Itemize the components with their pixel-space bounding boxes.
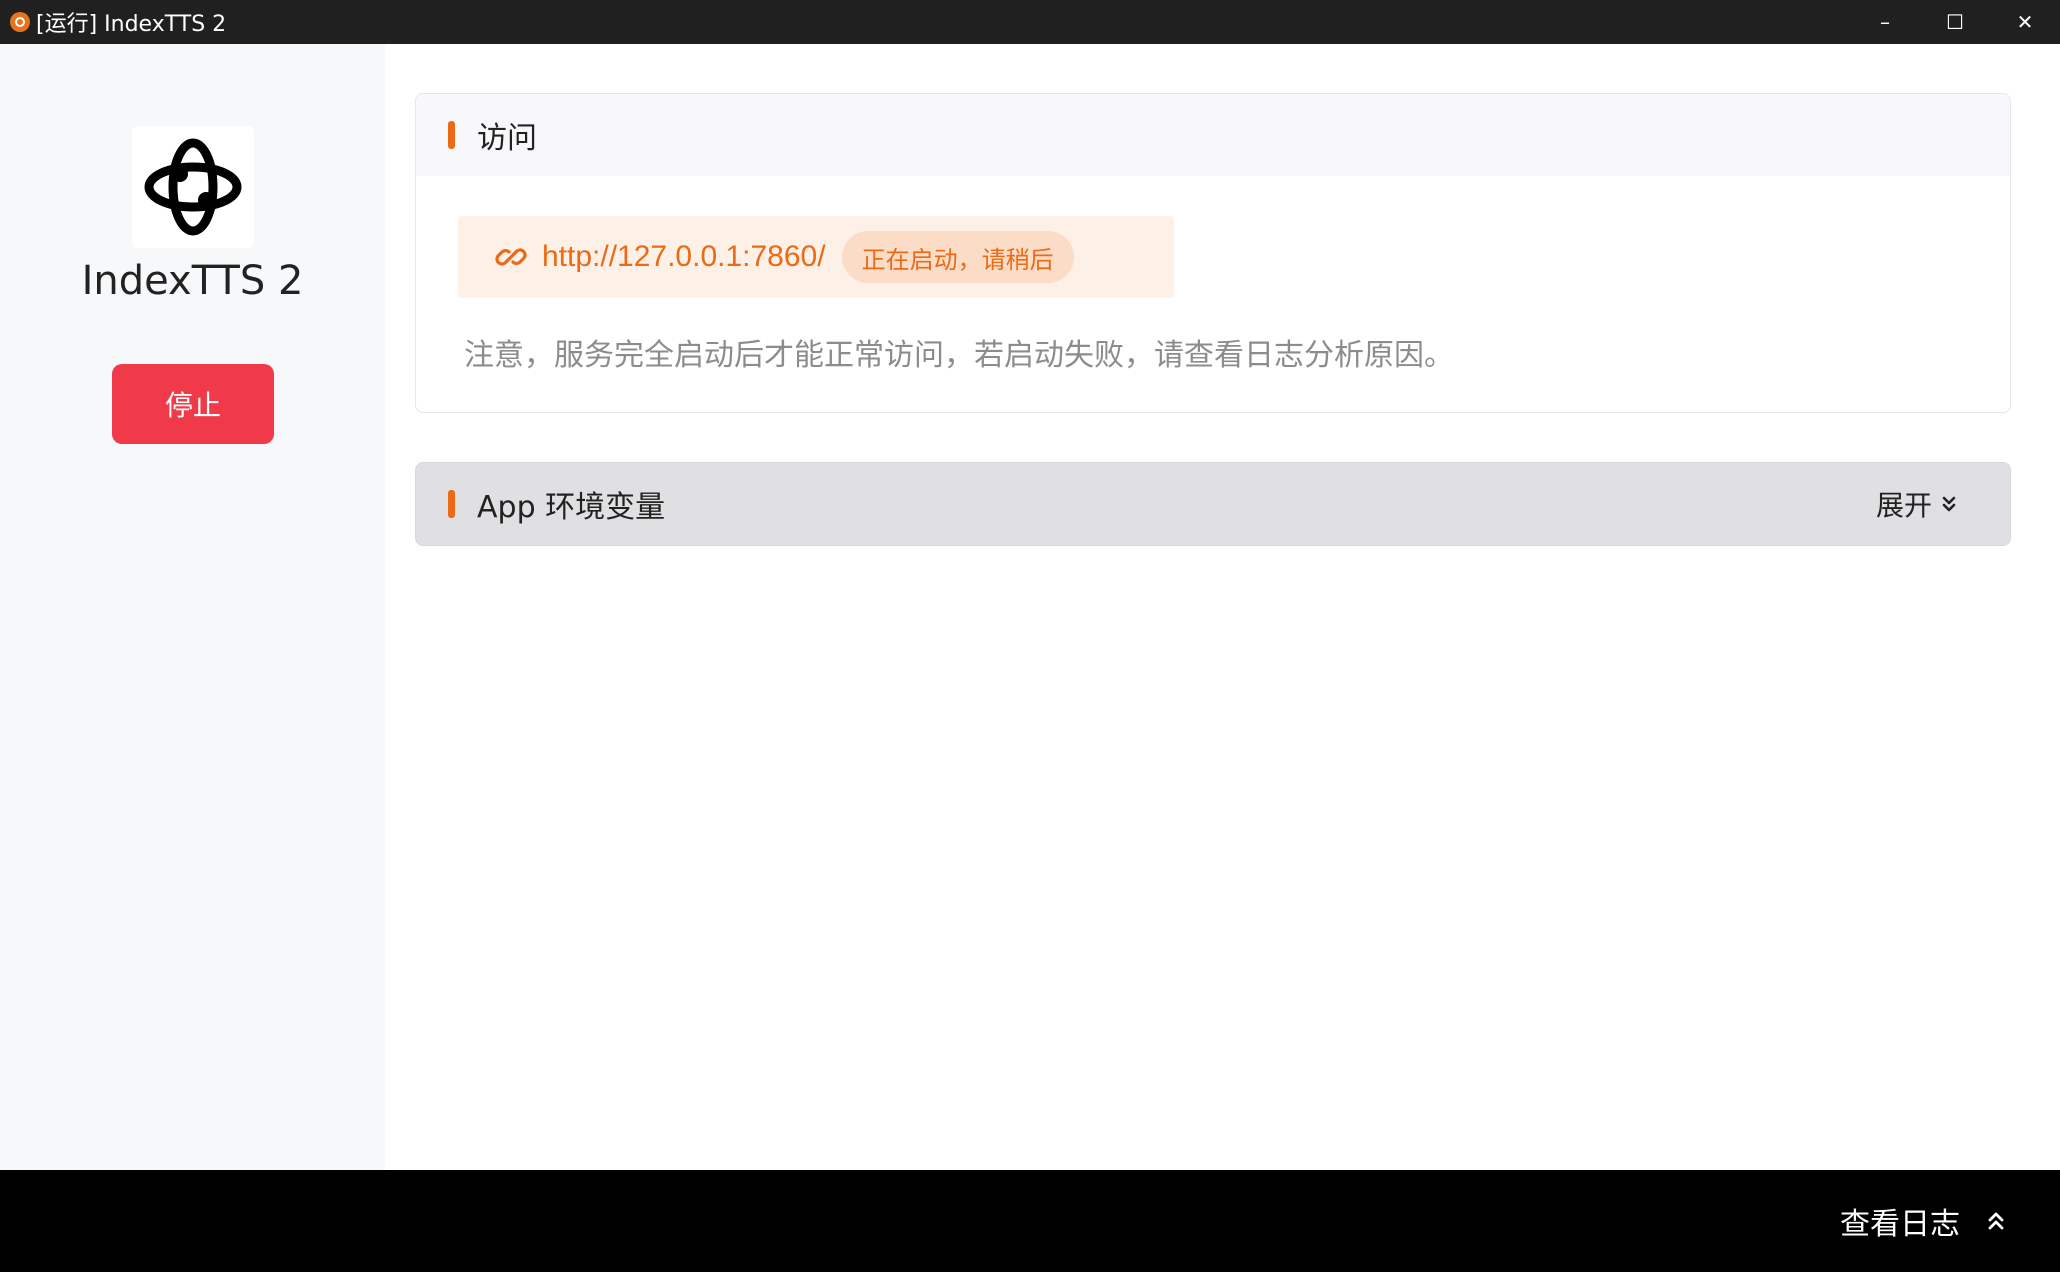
expand-button[interactable]: 展开 bbox=[1876, 463, 1958, 545]
accent-bar bbox=[448, 490, 455, 518]
chevron-double-down-icon bbox=[1942, 496, 1956, 512]
url-box: http://127.0.0.1:7860/ 正在启动，请稍后 bbox=[458, 216, 1174, 298]
accent-bar bbox=[448, 121, 455, 149]
env-card-title: App 环境变量 bbox=[477, 490, 666, 525]
expand-label: 展开 bbox=[1875, 489, 1932, 522]
title-bar: [运行] IndexTTS 2 – ☐ ✕ bbox=[0, 0, 2060, 44]
view-logs-label: 查看日志 bbox=[1840, 1207, 1960, 1242]
service-url-link[interactable]: http://127.0.0.1:7860/ bbox=[542, 240, 826, 274]
minimize-button[interactable]: – bbox=[1850, 0, 1920, 44]
view-logs-button[interactable]: 查看日志 bbox=[1840, 1170, 2006, 1272]
env-card[interactable]: App 环境变量 展开 bbox=[415, 462, 2011, 546]
app-name: IndexTTS 2 bbox=[81, 258, 304, 304]
main-content: 访问 http://127.0.0.1:7860/ 正在启动，请稍后 注意，服务… bbox=[385, 44, 2060, 1170]
window-title: [运行] IndexTTS 2 bbox=[36, 12, 227, 37]
maximize-button[interactable]: ☐ bbox=[1920, 0, 1990, 44]
app-logo-icon bbox=[10, 12, 30, 32]
link-icon bbox=[494, 240, 528, 274]
close-button[interactable]: ✕ bbox=[1990, 0, 2060, 44]
indextts-logo-icon bbox=[132, 126, 254, 248]
app-window: [运行] IndexTTS 2 – ☐ ✕ IndexTTS 2 停止 访问 h… bbox=[0, 0, 2060, 1272]
chevron-double-up-icon bbox=[1988, 1212, 2004, 1230]
notice-text: 注意，服务完全启动后才能正常访问，若启动失败，请查看日志分析原因。 bbox=[464, 338, 1454, 373]
access-card-header: 访问 bbox=[416, 94, 2010, 176]
access-card: 访问 http://127.0.0.1:7860/ 正在启动，请稍后 注意，服务… bbox=[415, 93, 2011, 413]
stop-button[interactable]: 停止 bbox=[112, 364, 274, 444]
bottom-bar: 查看日志 bbox=[0, 1170, 2060, 1272]
status-badge: 正在启动，请稍后 bbox=[841, 231, 1074, 283]
window-controls: – ☐ ✕ bbox=[1850, 0, 2060, 44]
access-card-title: 访问 bbox=[477, 121, 537, 156]
sidebar: IndexTTS 2 停止 bbox=[0, 44, 385, 1170]
